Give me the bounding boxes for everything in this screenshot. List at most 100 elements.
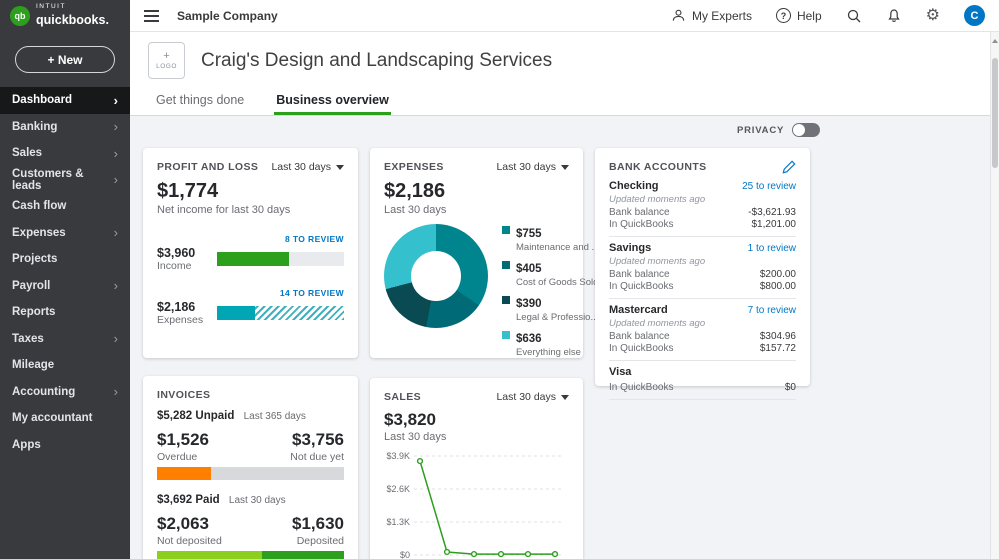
income-bar: [217, 252, 344, 266]
paid-bar: [157, 551, 344, 559]
search-icon[interactable]: [846, 8, 862, 24]
sidebar-item-cash-flow[interactable]: Cash flow: [0, 193, 130, 220]
notdeposited-label: Not deposited: [157, 535, 222, 547]
sidebar-item-customers-leads[interactable]: Customers & leads ›: [0, 167, 130, 194]
row-label: In QuickBooks: [609, 343, 673, 355]
account-review-link[interactable]: 25 to review: [742, 181, 796, 192]
notifications-bell-icon[interactable]: [886, 8, 902, 24]
sidebar-item-mileage[interactable]: Mileage: [0, 352, 130, 379]
period-dropdown[interactable]: Last 30 days: [496, 391, 569, 404]
account-name: Visa: [609, 366, 631, 379]
overdue-bar-fill: [157, 467, 211, 480]
sidebar-item-apps[interactable]: Apps: [0, 432, 130, 459]
sidebar-item-banking[interactable]: Banking ›: [0, 114, 130, 141]
legend-label: Cost of Goods Sold: [516, 278, 598, 288]
sidebar-item-my-accountant[interactable]: My accountant: [0, 405, 130, 432]
account-review-link[interactable]: 1 to review: [748, 243, 796, 254]
net-income-amount: $1,774: [157, 180, 344, 203]
help-icon: ?: [776, 8, 791, 23]
person-icon: [671, 8, 686, 23]
deposited-amount: $1,630: [292, 514, 344, 534]
legend-item: $755 Maintenance and ...: [502, 224, 599, 253]
row-label: In QuickBooks: [609, 219, 673, 231]
chevron-right-icon: ›: [114, 146, 118, 161]
sidebar-item-taxes[interactable]: Taxes ›: [0, 326, 130, 353]
qb-logo-icon: qb: [10, 6, 30, 26]
y-tick: $2.6K: [380, 484, 410, 494]
sidebar-item-payroll[interactable]: Payroll ›: [0, 273, 130, 300]
sales-line-svg: [414, 451, 563, 559]
account-updated: Updated moments ago: [609, 318, 796, 329]
hamburger-menu-icon[interactable]: [144, 10, 159, 22]
edit-pencil-icon[interactable]: [782, 160, 796, 174]
income-review-link[interactable]: 8 TO REVIEW: [157, 234, 344, 244]
net-income-caption: Net income for last 30 days: [157, 204, 344, 216]
chevron-right-icon: ›: [114, 119, 118, 134]
privacy-toggle[interactable]: [792, 123, 820, 137]
row-label: Bank balance: [609, 331, 670, 343]
help-label: Help: [797, 9, 822, 23]
privacy-control: PRIVACY: [737, 123, 820, 137]
period-dropdown[interactable]: Last 30 days: [271, 161, 344, 174]
expenses-amount: $2,186: [157, 300, 209, 314]
scrollbar-thumb[interactable]: [992, 58, 998, 168]
income-amount: $3,960: [157, 246, 209, 260]
add-logo-placeholder[interactable]: + LOGO: [148, 42, 185, 79]
vertical-scrollbar[interactable]: [990, 32, 999, 559]
y-tick: $0: [380, 550, 410, 559]
tab-business-overview[interactable]: Business overview: [274, 93, 391, 115]
sidebar-item-label: Mileage: [12, 359, 54, 371]
expenses-label: Expenses: [157, 314, 209, 326]
expenses-bar-fill: [217, 306, 255, 320]
chevron-right-icon: ›: [114, 225, 118, 240]
user-avatar[interactable]: C: [964, 5, 985, 26]
row-value: $157.72: [760, 343, 796, 355]
account-name: Mastercard: [609, 304, 668, 317]
row-value: $200.00: [760, 269, 796, 281]
plus-icon: +: [163, 51, 169, 61]
sidebar-item-label: My accountant: [12, 412, 93, 424]
legend-swatch: [502, 331, 510, 339]
row-value: $1,201.00: [752, 219, 797, 231]
chevron-right-icon: ›: [114, 331, 118, 346]
period-dropdown[interactable]: Last 30 days: [496, 161, 569, 174]
my-experts-button[interactable]: My Experts: [671, 8, 752, 23]
tab-get-things-done[interactable]: Get things done: [154, 93, 246, 115]
legend-amount: $405: [516, 263, 542, 275]
y-axis-ticks: $3.9K $2.6K $1.3K $0: [384, 451, 414, 559]
company-header: + LOGO Craig's Design and Landscaping Se…: [130, 32, 990, 89]
legend-item: $390 Legal & Professio...: [502, 294, 599, 323]
sidebar-item-sales[interactable]: Sales ›: [0, 140, 130, 167]
sidebar-item-label: Payroll: [12, 280, 50, 292]
quickbooks-logo: qb INTUIT quickbooks.: [0, 0, 130, 32]
legend-swatch: [502, 261, 510, 269]
privacy-label: PRIVACY: [737, 125, 784, 136]
deposited-label: Deposited: [297, 535, 344, 547]
card-title: PROFIT AND LOSS: [157, 161, 258, 173]
account-review-link[interactable]: 7 to review: [748, 305, 796, 316]
expenses-total: $2,186: [384, 180, 569, 203]
scroll-up-arrow-icon[interactable]: [992, 36, 998, 43]
gear-icon[interactable]: ⚙: [926, 8, 940, 24]
sidebar-item-expenses[interactable]: Expenses ›: [0, 220, 130, 247]
card-title: BANK ACCOUNTS: [609, 161, 707, 173]
y-tick: $3.9K: [380, 451, 410, 461]
sample-company-label: Sample Company: [177, 9, 278, 23]
new-button[interactable]: + New: [15, 46, 115, 73]
sidebar-item-label: Customers & leads: [12, 168, 114, 192]
legend-amount: $636: [516, 333, 542, 345]
paid-period: Last 30 days: [229, 495, 286, 506]
income-bar-fill: [217, 252, 289, 266]
expenses-review-link[interactable]: 14 TO REVIEW: [157, 288, 344, 298]
help-button[interactable]: ? Help: [776, 8, 822, 23]
sidebar-item-reports[interactable]: Reports: [0, 299, 130, 326]
unpaid-amount: $5,282: [157, 410, 192, 422]
sidebar-item-projects[interactable]: Projects: [0, 246, 130, 273]
sidebar-item-accounting[interactable]: Accounting ›: [0, 379, 130, 406]
chevron-right-icon: ›: [114, 93, 118, 108]
expenses-donut: [384, 224, 488, 328]
sidebar-item-dashboard[interactable]: Dashboard ›: [0, 87, 130, 114]
chevron-down-icon: [336, 165, 344, 174]
invoices-card: INVOICES $5,282 Unpaid Last 365 days $1,…: [143, 376, 358, 559]
deposited-bar-fill: [262, 551, 344, 559]
